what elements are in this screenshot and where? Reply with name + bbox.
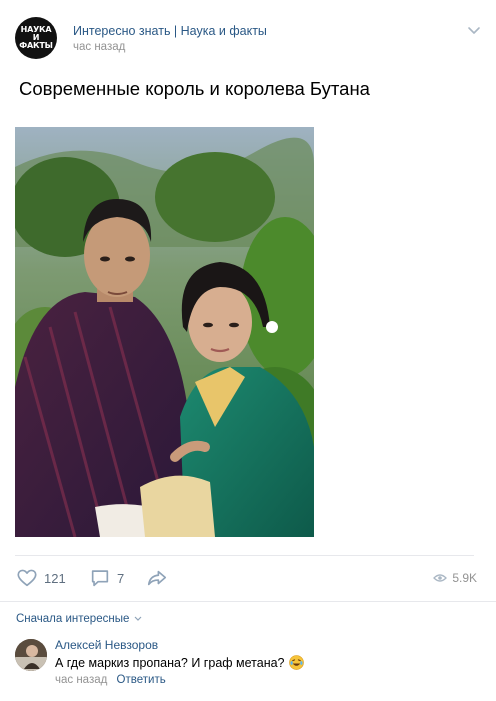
avatar-text-line-3: ФАКТЫ [19,41,53,50]
comments-separator [0,601,496,602]
post-text: Современные король и королева Бутана [19,78,370,99]
comment-count: 7 [117,570,125,586]
comment-time[interactable]: час назад [55,674,107,686]
comment-sort-label: Сначала интересные [16,613,130,625]
chevron-down-icon [134,616,142,621]
post-actions: 121 7 5.9K [15,566,477,590]
reply-button[interactable]: Ответить [117,674,166,686]
like-count: 121 [44,570,66,586]
post-author-link[interactable]: Интересно знать | Наука и факты [73,24,267,38]
eye-icon [433,574,448,582]
view-count: 5.9K [452,571,477,585]
comment-icon [91,570,109,587]
comment-text-line: А где маркиз пропана? И граф метана? [55,655,304,670]
share-icon [147,570,167,586]
comment-sort-dropdown[interactable]: Сначала интересные [16,613,142,625]
comment-button[interactable]: 7 [89,566,124,590]
post-header: НАУКА И ФАКТЫ Интересно знать | Наука и … [15,17,481,59]
like-button[interactable]: 121 [16,566,66,590]
commenter-name[interactable]: Алексей Невзоров [55,638,158,652]
comment-text: А где маркиз пропана? И граф метана? [55,655,285,670]
community-avatar[interactable]: НАУКА И ФАКТЫ [15,17,57,59]
share-button[interactable] [146,566,168,590]
laughing-emoji-icon [288,655,304,670]
post-separator [15,555,474,556]
comment-item: Алексей Невзоров А где маркиз пропана? И… [15,636,481,692]
post-photo[interactable] [15,127,314,537]
heart-icon [17,569,37,587]
view-counter: 5.9K [433,566,477,590]
commenter-avatar[interactable] [15,639,47,671]
comment-meta: час назад Ответить [55,674,166,686]
chevron-down-icon[interactable] [467,26,481,36]
post-time[interactable]: час назад [73,41,125,53]
